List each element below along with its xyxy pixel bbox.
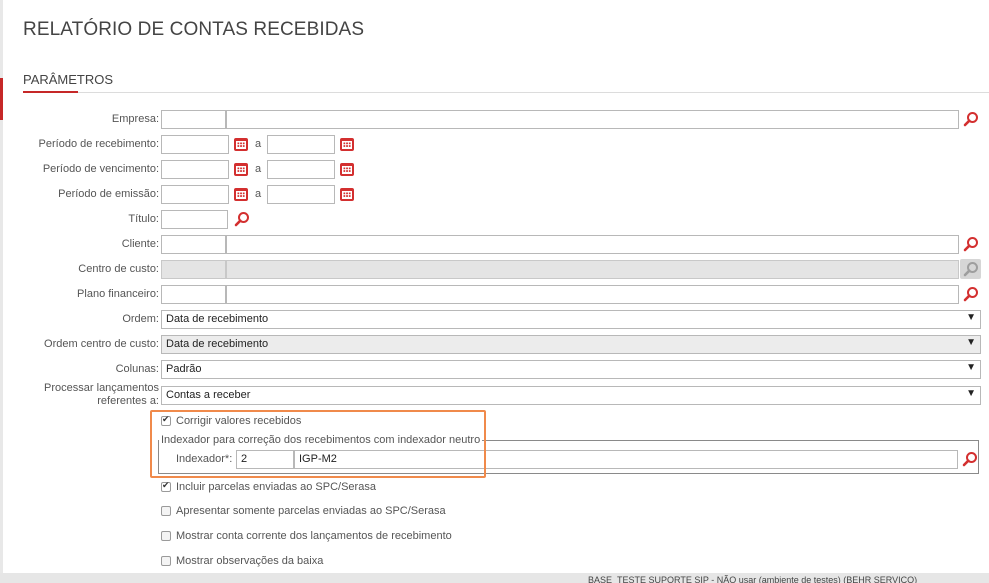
label-periodo-emissao: Período de emissão: [58,188,159,200]
plano-financeiro-code-input[interactable] [161,285,226,304]
magnifier-icon [963,262,978,277]
footer-environment-text: BASE_TESTE SUPORTE SIP - NÃO usar (ambie… [588,575,918,583]
incluir-spc-checkbox[interactable] [161,480,171,492]
corrigir-valores-checkbox[interactable] [161,414,171,426]
processar-select[interactable]: Contas a receber ▼ [161,386,981,405]
label-plano-financeiro: Plano financeiro: [77,288,159,300]
corrigir-valores-option[interactable]: Corrigir valores recebidos [161,414,302,427]
emissao-from-input[interactable] [161,185,229,204]
calendar-icon [234,187,248,201]
cliente-code-input[interactable] [161,235,226,254]
section-divider [23,92,989,93]
conta-corrente-label: Mostrar conta corrente dos lançamentos d… [176,530,452,542]
calendar-icon [234,162,248,176]
colunas-select-value: Padrão [166,363,202,375]
label-ordem-centro-custo: Ordem centro de custo: [44,338,159,350]
caret-down-icon: ▼ [966,388,976,399]
ordem-select-value: Data de recebimento [166,313,269,325]
section-title: PARÂMETROS [23,72,114,87]
emissao-to-calendar-button[interactable] [337,184,357,204]
magnifier-icon [963,287,978,302]
label-processar-line1: Processar lançamentos [44,382,159,394]
centro-custo-code-input[interactable] [161,260,226,279]
label-colunas: Colunas: [115,363,159,375]
magnifier-icon [963,112,978,127]
label-centro-custo: Centro de custo: [78,263,159,275]
indexador-search-button[interactable] [960,449,980,469]
corrigir-valores-label: Corrigir valores recebidos [176,415,302,427]
vencimento-from-calendar-button[interactable] [231,159,251,179]
conta-corrente-option[interactable]: Mostrar conta corrente dos lançamentos d… [161,530,452,542]
label-processar: Processar lançamentos referentes a: [44,382,159,408]
recebimento-from-calendar-button[interactable] [231,134,251,154]
label-periodo-vencimento: Período de vencimento: [42,163,159,175]
empresa-name-input[interactable] [226,110,959,129]
range-separator: a [255,163,262,175]
caret-down-icon: ▼ [966,337,976,348]
emissao-to-input[interactable] [267,185,335,204]
incluir-spc-option[interactable]: Incluir parcelas enviadas ao SPC/Serasa [161,480,376,493]
magnifier-icon [234,212,249,227]
section-accent-underline [23,91,78,93]
centro-custo-search-button[interactable] [960,259,981,279]
colunas-select[interactable]: Padrão ▼ [161,360,981,379]
caret-down-icon: ▼ [966,312,976,323]
processar-select-value: Contas a receber [166,389,251,401]
vencimento-to-input[interactable] [267,160,335,179]
titulo-input[interactable] [161,210,228,229]
observacoes-checkbox[interactable] [161,556,171,566]
plano-financeiro-name-input[interactable] [226,285,959,304]
incluir-spc-label: Incluir parcelas enviadas ao SPC/Serasa [176,481,376,493]
indexador-fieldset-top-border [470,440,979,441]
empresa-code-input[interactable] [161,110,226,129]
label-processar-line2: referentes a: [97,395,159,407]
ordem-select[interactable]: Data de recebimento ▼ [161,310,981,329]
calendar-icon [340,187,354,201]
somente-spc-label: Apresentar somente parcelas enviadas ao … [176,505,446,517]
recebimento-to-input[interactable] [267,135,335,154]
indexador-name-input[interactable]: IGP-M2 [294,450,958,469]
observacoes-label: Mostrar observações da baixa [176,555,324,567]
ordem-centro-custo-select-value: Data de recebimento [166,338,269,350]
plano-financeiro-search-button[interactable] [961,284,981,304]
somente-spc-checkbox[interactable] [161,506,171,516]
cliente-name-input[interactable] [226,235,959,254]
titulo-search-button[interactable] [232,209,252,229]
centro-custo-name-input[interactable] [226,260,959,279]
label-empresa: Empresa: [111,113,159,125]
emissao-from-calendar-button[interactable] [231,184,251,204]
observacoes-option[interactable]: Mostrar observações da baixa [161,555,323,567]
page-title: RELATÓRIO DE CONTAS RECEBIDAS [23,19,365,40]
ordem-centro-custo-select[interactable]: Data de recebimento ▼ [161,335,981,354]
calendar-icon [340,137,354,151]
conta-corrente-checkbox[interactable] [161,531,171,541]
magnifier-icon [963,237,978,252]
range-separator: a [255,138,262,150]
label-periodo-recebimento: Período de recebimento: [38,138,159,150]
calendar-icon [234,137,248,151]
recebimento-from-input[interactable] [161,135,229,154]
caret-down-icon: ▼ [966,362,976,373]
somente-spc-option[interactable]: Apresentar somente parcelas enviadas ao … [161,505,446,517]
calendar-icon [340,162,354,176]
indexador-code-input[interactable]: 2 [236,450,294,469]
label-cliente: Cliente: [121,238,159,250]
magnifier-icon [962,452,977,467]
range-separator: a [255,188,262,200]
empresa-search-button[interactable] [961,109,981,129]
vencimento-to-calendar-button[interactable] [337,159,357,179]
recebimento-to-calendar-button[interactable] [337,134,357,154]
label-titulo: Título: [128,213,159,225]
indexador-legend: Indexador para correção dos recebimentos… [161,434,483,446]
label-ordem: Ordem: [122,313,159,325]
left-accent-marker [0,78,3,120]
indexador-label: Indexador*: [176,453,233,465]
vencimento-from-input[interactable] [161,160,229,179]
cliente-search-button[interactable] [961,234,981,254]
